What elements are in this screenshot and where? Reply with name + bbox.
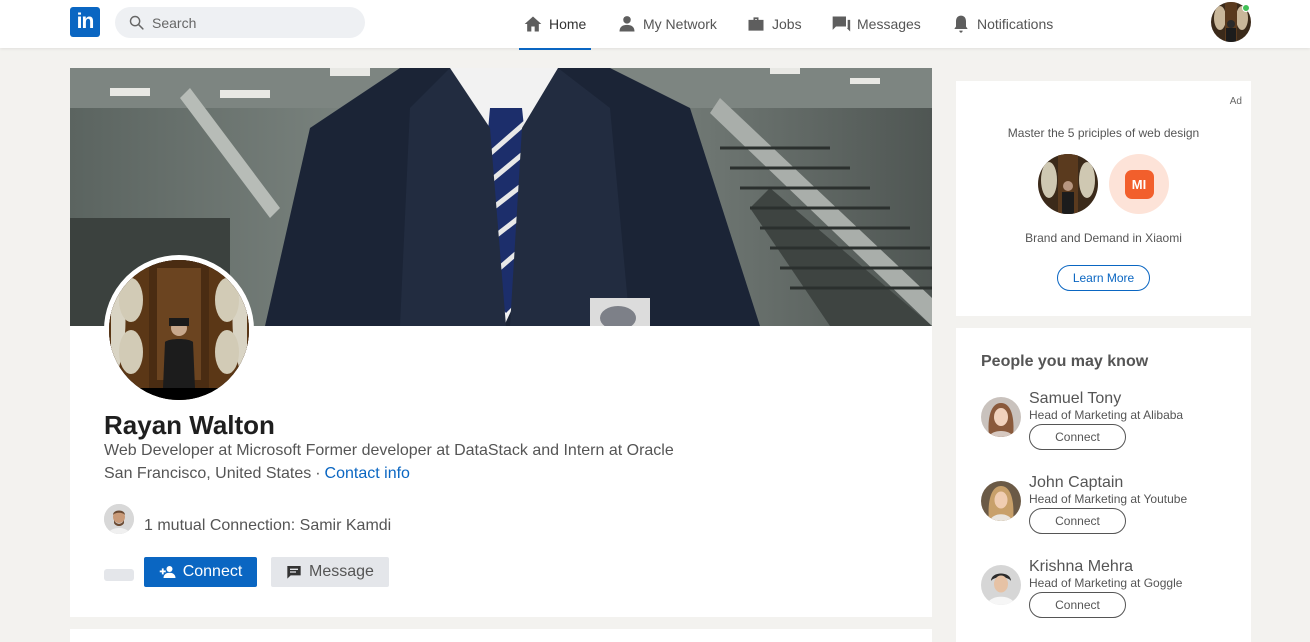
learn-more-button[interactable]: Learn More (1057, 265, 1150, 291)
person-connect-button[interactable]: Connect (1029, 508, 1126, 534)
ad-card: Ad Master the 5 priciples of web design … (956, 81, 1251, 316)
person-avatar[interactable] (981, 397, 1021, 437)
connect-button-label: Connect (182, 563, 243, 580)
person-avatar[interactable] (981, 565, 1021, 605)
person-name[interactable]: Samuel Tony (1029, 390, 1121, 408)
ad-label: Ad (1229, 96, 1242, 107)
person-title: Head of Marketing at Goggle (1029, 576, 1183, 590)
profile-photo[interactable] (104, 255, 254, 405)
message-button-label: Message (309, 563, 374, 580)
mutual-connection-avatar (104, 504, 134, 534)
pymk-title: People you may know (981, 353, 1149, 370)
ad-title: Master the 5 priciples of web design (1007, 126, 1200, 140)
ad-subtitle: Brand and Demand in Xiaomi (1025, 231, 1182, 245)
search-box[interactable] (115, 7, 365, 38)
nav-home-label: Home (549, 16, 587, 32)
person-item: Krishna Mehra Head of Marketing at Goggl… (981, 558, 1241, 638)
nav-my-network[interactable]: My Network (617, 0, 717, 48)
search-input[interactable] (152, 14, 342, 31)
separator-dot: · (315, 465, 321, 482)
nav-notifications-label: Notifications (977, 16, 1054, 32)
person-avatar[interactable] (981, 481, 1021, 521)
person-name[interactable]: Krishna Mehra (1029, 558, 1133, 576)
bell-icon (954, 15, 968, 33)
person-connect-button[interactable]: Connect (1029, 424, 1126, 450)
ad-user-avatar (1038, 154, 1098, 214)
people-icon (619, 16, 635, 32)
nav-my-network-label: My Network (643, 16, 717, 32)
person-item: John Captain Head of Marketing at Youtub… (981, 474, 1241, 554)
person-title: Head of Marketing at Youtube (1029, 492, 1188, 506)
nav-notifications[interactable]: Notifications (951, 0, 1053, 48)
profile-card: Rayan Walton Web Developer at Microsoft … (70, 68, 932, 617)
message-icon (287, 566, 301, 579)
add-person-icon (159, 566, 176, 578)
nav-jobs[interactable]: Jobs (746, 0, 802, 48)
mutual-connection-text: 1 mutual Connection: Samir Kamdi (144, 517, 392, 534)
profile-headline: Web Developer at Microsoft Former develo… (104, 442, 674, 459)
profile-location: San Francisco, United States (104, 465, 312, 482)
xiaomi-logo-circle: MI (1109, 154, 1169, 214)
person-connect-button[interactable]: Connect (1029, 592, 1126, 618)
nav-jobs-label: Jobs (772, 16, 802, 32)
nav-home[interactable]: Home (523, 0, 586, 48)
connect-button[interactable]: Connect (144, 557, 257, 587)
top-nav-bar: in Home My Network Jobs Messages Notific… (0, 0, 1310, 50)
person-title: Head of Marketing at Alibaba (1029, 408, 1184, 422)
xiaomi-logo: MI (1124, 169, 1154, 199)
nav-messages[interactable]: Messages (831, 0, 921, 48)
chat-icon (832, 16, 851, 32)
next-section-card (70, 629, 932, 642)
person-item: Samuel Tony Head of Marketing at Alibaba… (981, 390, 1241, 470)
home-icon (524, 16, 542, 32)
online-status-dot (1242, 4, 1250, 12)
profile-location-row: San Francisco, United States · Contact inf… (104, 465, 410, 483)
briefcase-icon (748, 17, 764, 31)
search-icon (129, 15, 144, 30)
linkedin-logo[interactable]: in (70, 7, 100, 37)
active-tab-indicator (519, 48, 591, 50)
more-options-placeholder[interactable] (104, 569, 134, 581)
person-name[interactable]: John Captain (1029, 474, 1123, 492)
message-button[interactable]: Message (271, 557, 389, 587)
contact-info-link[interactable]: Contact info (325, 465, 410, 482)
mutual-connections[interactable]: 1 mutual Connection: Samir Kamdi (104, 503, 391, 535)
nav-messages-label: Messages (857, 16, 921, 32)
profile-name: Rayan Walton (104, 410, 275, 440)
people-you-may-know-card: People you may know Samuel Tony Head of … (956, 328, 1251, 642)
